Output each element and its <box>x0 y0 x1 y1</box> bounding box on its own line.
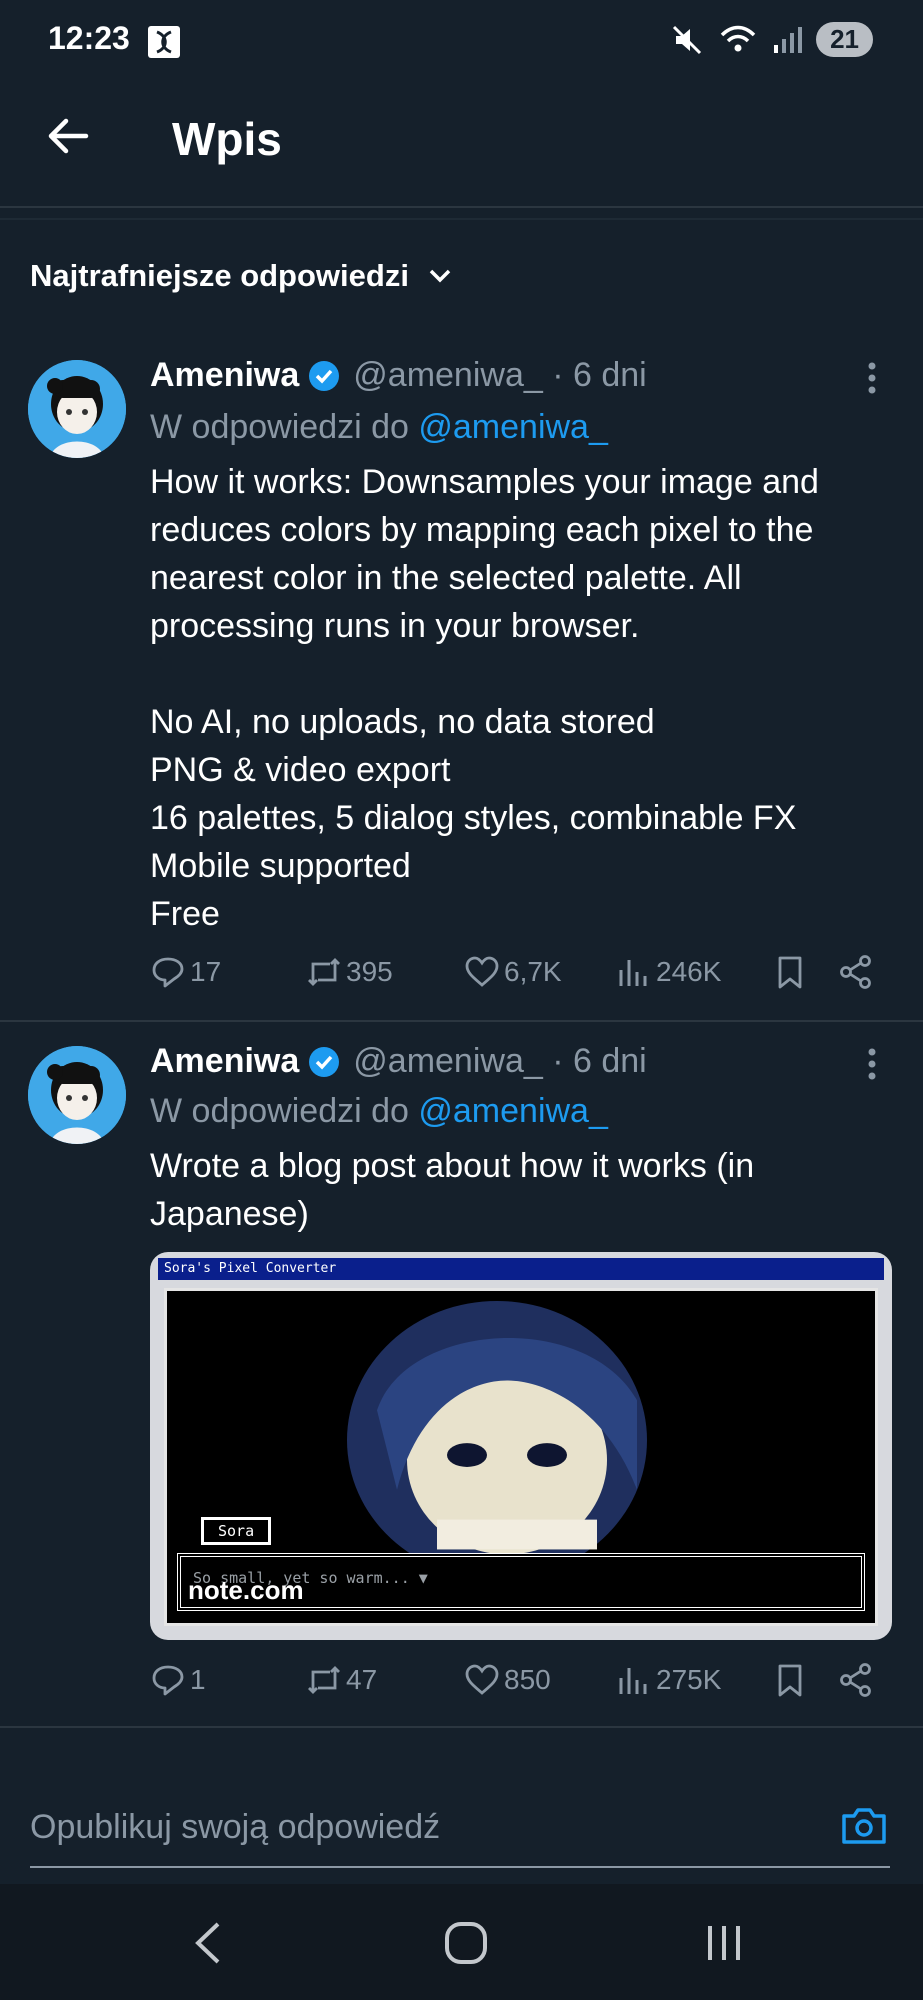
repost-icon <box>308 1666 340 1694</box>
share-button[interactable] <box>838 1662 874 1698</box>
system-nav-bar <box>0 1884 923 2000</box>
mute-icon <box>673 25 702 54</box>
author-handle[interactable]: @ameniwa_ · 6 dni <box>353 1042 646 1081</box>
reply-icon <box>152 957 184 988</box>
nav-recents-icon[interactable] <box>704 1920 744 1966</box>
like-count: 850 <box>504 1664 551 1695</box>
status-icons: 21 <box>670 22 873 57</box>
author-name[interactable]: Ameniwa <box>150 356 299 395</box>
app-icon <box>148 26 180 58</box>
avatar[interactable] <box>28 1046 126 1144</box>
tweet-header: Ameniwa @ameniwa_ · 6 dni <box>150 1042 647 1081</box>
author-name[interactable]: Ameniwa <box>150 1042 299 1081</box>
views-count: 275K <box>656 1664 722 1695</box>
more-options-button[interactable] <box>862 1044 882 1089</box>
reply-mention-link[interactable]: @ameniwa_ <box>418 408 608 446</box>
nav-home-icon[interactable] <box>444 1920 488 1966</box>
share-icon <box>840 1663 871 1697</box>
reply-button[interactable]: 1 <box>150 1662 206 1698</box>
verified-badge-icon <box>309 1046 340 1077</box>
reply-underline <box>30 1866 890 1868</box>
bookmark-icon <box>778 956 802 989</box>
wifi-icon <box>720 25 756 51</box>
sort-label: Najtrafniejsze odpowiedzi <box>30 258 409 293</box>
bookmark-button[interactable] <box>772 1662 808 1698</box>
views-count: 246K <box>656 956 722 987</box>
link-domain-label: note.com <box>188 1575 304 1605</box>
reply-count: 1 <box>190 1664 206 1695</box>
reply-icon <box>152 1665 184 1696</box>
page-title: Wpis <box>172 113 282 165</box>
signal-icon <box>774 26 803 53</box>
tweet-actions: 17 395 6,7K 246K <box>150 954 880 998</box>
nav-back-icon[interactable] <box>192 1920 224 1966</box>
share-button[interactable] <box>838 954 874 990</box>
like-button[interactable]: 6,7K <box>464 954 562 990</box>
views-chart-icon <box>619 960 647 986</box>
tweet-text: How it works: Downsamples your image and… <box>150 463 819 933</box>
status-time: 12:23 <box>48 20 130 56</box>
reply-button[interactable]: 17 <box>150 954 221 990</box>
avatar[interactable] <box>28 360 126 458</box>
back-arrow-icon <box>48 118 89 154</box>
bookmark-button[interactable] <box>772 954 808 990</box>
window-title: Sora's Pixel Converter <box>158 1258 884 1280</box>
more-vertical-icon <box>868 362 876 394</box>
reply-prefix: W odpowiedzi do <box>150 1092 419 1130</box>
tweet-divider <box>0 1020 923 1022</box>
views-button[interactable]: 246K <box>616 954 721 990</box>
more-vertical-icon <box>868 1048 876 1080</box>
tweet-actions: 1 47 850 275K <box>150 1662 880 1706</box>
repost-icon <box>308 958 340 986</box>
author-handle[interactable]: @ameniwa_ · 6 dni <box>353 356 646 395</box>
chevron-down-icon <box>429 269 451 283</box>
share-icon <box>840 955 871 989</box>
views-button[interactable]: 275K <box>616 1662 721 1698</box>
repost-count: 47 <box>346 1664 378 1695</box>
verified-badge-icon <box>309 360 340 391</box>
tweet-header: Ameniwa @ameniwa_ · 6 dni <box>150 356 647 395</box>
repost-button[interactable]: 395 <box>306 954 393 990</box>
reply-input[interactable]: Opublikuj swoją odpowiedź <box>30 1808 440 1847</box>
repost-button[interactable]: 47 <box>306 1662 377 1698</box>
heart-icon <box>465 1664 499 1695</box>
tweet-divider <box>0 1726 923 1728</box>
tweet-text: Wrote a blog post about how it works (in… <box>150 1147 755 1233</box>
heart-icon <box>465 956 499 987</box>
camera-icon <box>842 1808 886 1844</box>
speaker-label: Sora <box>201 1517 272 1545</box>
back-button[interactable] <box>44 112 92 160</box>
reply-context: W odpowiedzi do @ameniwa_ <box>150 1092 608 1131</box>
reply-context: W odpowiedzi do @ameniwa_ <box>150 408 608 447</box>
repost-count: 395 <box>346 956 393 987</box>
header-divider-2 <box>0 218 923 220</box>
sort-selector[interactable]: Najtrafniejsze odpowiedzi <box>30 258 453 294</box>
like-count: 6,7K <box>504 956 562 987</box>
views-chart-icon <box>619 1668 647 1694</box>
more-options-button[interactable] <box>862 358 882 403</box>
like-button[interactable]: 850 <box>464 1662 551 1698</box>
reply-mention-link[interactable]: @ameniwa_ <box>418 1092 608 1130</box>
bookmark-icon <box>778 1664 802 1697</box>
link-card[interactable]: Sora's Pixel Converter Sora So small, ye… <box>150 1252 892 1640</box>
reply-count: 17 <box>190 956 222 987</box>
battery-indicator: 21 <box>816 22 873 57</box>
camera-button[interactable] <box>838 1800 890 1852</box>
header-divider <box>0 206 923 208</box>
reply-prefix: W odpowiedzi do <box>150 408 419 446</box>
